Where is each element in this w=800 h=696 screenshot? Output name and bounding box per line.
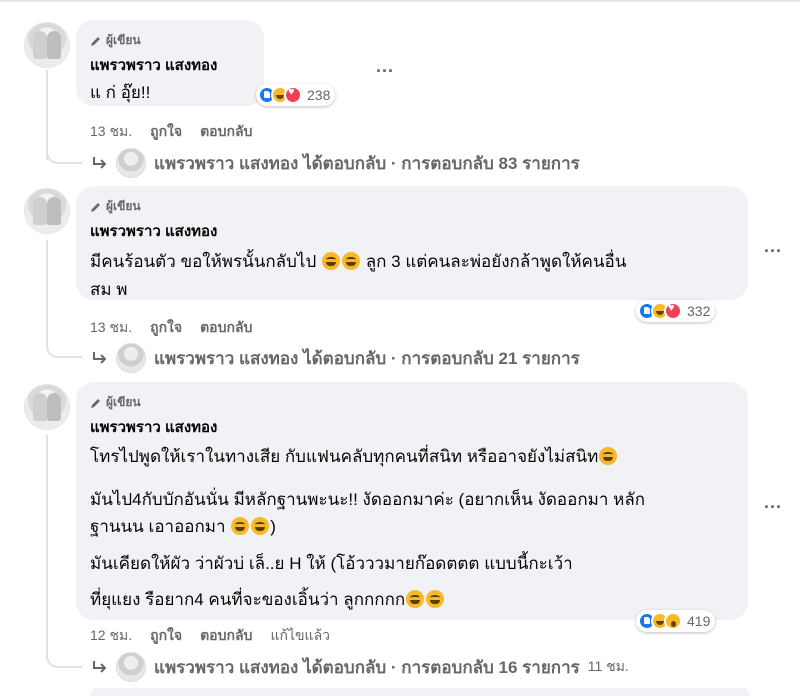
comment-time[interactable]: 13 ชม.: [90, 317, 132, 339]
reply-time: 11 ชม.: [587, 658, 629, 674]
reaction-count: 238: [307, 87, 331, 103]
comment-text-segment: โทรไปพูดให้เราในทางเสีย กับแฟนคลับทุกคนท…: [90, 447, 599, 466]
reply-arrow-icon: [93, 157, 107, 169]
rofl-emoji-icon: [406, 590, 425, 608]
comment-author[interactable]: แพรวพราว แสงทอง: [90, 415, 217, 439]
comment-text-segment: ที่ยุแยง รือยาก4 คนที่จะของเอิ้นว่า ลูกก…: [90, 590, 406, 609]
comment-text-segment: ลูก 3 แต่คนละพ่อยังกล้าพูดให้คนอื่น: [365, 252, 627, 271]
comment-text-line: สม พ: [90, 280, 128, 299]
wow-reaction-icon: [664, 612, 682, 630]
comment-text-line: มันเคียดให้ผัว ว่าผัวบ่ เล็..ย H ให้ (โอ…: [90, 554, 573, 573]
comment-author[interactable]: แพรวพราว แสงทอง: [90, 219, 217, 243]
avatar[interactable]: [24, 188, 70, 234]
more-options-icon[interactable]: ...: [764, 236, 782, 257]
pen-icon: [91, 202, 100, 212]
laughing-emoji-icon: [599, 447, 618, 465]
love-reaction-icon: [664, 302, 682, 320]
reply-avatar: [116, 343, 146, 373]
comment-text-line: โทรไปพูดให้เราในทางเสีย กับแฟนคลับทุกคนท…: [90, 443, 618, 470]
comment-text: แ ก่ อุ๊ย!!: [90, 83, 151, 102]
like-button[interactable]: ถูกใจ: [150, 625, 182, 647]
reaction-summary[interactable]: 419: [636, 610, 716, 632]
comment-author[interactable]: แพรวพราว แสงทอง: [90, 53, 217, 77]
edited-label[interactable]: แก้ไขแล้ว: [270, 625, 330, 647]
like-button[interactable]: ถูกใจ: [150, 317, 182, 339]
comment-text-line: ที่ยุแยง รือยาก4 คนที่จะของเอิ้นว่า ลูกก…: [90, 586, 445, 613]
author-badge-label: ผู้เขียน: [106, 395, 141, 409]
thread-line: [46, 240, 48, 340]
reply-summary: แพรวพราว แสงทอง ได้ตอบกลับ · การตอบกลับ …: [154, 657, 580, 677]
thread-elbow: [46, 136, 82, 164]
avatar[interactable]: [24, 384, 70, 430]
reply-button[interactable]: ตอบกลับ: [200, 121, 252, 143]
comment-meta: 13 ชม. ถูกใจ ตอบกลับ: [90, 121, 252, 143]
comment-text-line: มันไป4กับบักอันนั่น มีหลักฐานพะนะ!! งัดอ…: [90, 490, 646, 509]
thread-elbow: [46, 642, 82, 668]
author-badge: ผู้เขียน: [90, 31, 141, 50]
view-replies-link[interactable]: แพรวพราว แสงทอง ได้ตอบกลับ · การตอบกลับ …: [92, 343, 580, 373]
reply-summary: แพรวพราว แสงทอง ได้ตอบกลับ · การตอบกลับ …: [154, 348, 580, 368]
love-reaction-icon: [284, 86, 302, 104]
reply-button[interactable]: ตอบกลับ: [200, 625, 252, 647]
comment-text-segment: ): [270, 517, 276, 536]
reply-avatar: [116, 652, 146, 682]
reply-arrow-icon: [93, 661, 107, 673]
more-options-icon[interactable]: ...: [376, 56, 394, 77]
reply-button[interactable]: ตอบกลับ: [200, 317, 252, 339]
thread-line: [46, 435, 48, 655]
top-divider: [0, 0, 800, 2]
reaction-summary[interactable]: 332: [636, 300, 716, 322]
author-badge: ผู้เขียน: [90, 197, 141, 216]
comment-text-segment: มีคนร้อนตัว ขอให้พรนั้นกลับไป: [90, 252, 317, 271]
reaction-count: 419: [687, 613, 711, 629]
reply-summary: แพรวพราว แสงทอง ได้ตอบกลับ · การตอบกลับ …: [154, 153, 580, 173]
rofl-emoji-icon: [341, 252, 360, 270]
view-replies-link[interactable]: แพรวพราว แสงทอง ได้ตอบกลับ · การตอบกลับ …: [92, 652, 629, 682]
next-comment-bubble: [90, 688, 750, 696]
comment-text-segment: ฐานนน เอาออกมา: [90, 517, 226, 536]
rofl-emoji-icon: [426, 590, 445, 608]
pen-icon: [91, 398, 100, 408]
pen-icon: [91, 36, 100, 46]
comment-time[interactable]: 12 ชม.: [90, 625, 132, 647]
reaction-count: 332: [687, 303, 711, 319]
comment-meta: 13 ชม. ถูกใจ ตอบกลับ: [90, 317, 252, 339]
more-options-icon[interactable]: ...: [764, 492, 782, 513]
thread-elbow: [46, 330, 82, 358]
reply-arrow-icon: [93, 352, 107, 364]
author-badge: ผู้เขียน: [90, 393, 141, 412]
comment-text-line: ฐานนน เอาออกมา ): [90, 513, 276, 540]
rofl-emoji-icon: [321, 252, 340, 270]
comment-text-line: มีคนร้อนตัว ขอให้พรนั้นกลับไป ลูก 3 แต่ค…: [90, 248, 626, 275]
rofl-emoji-icon: [251, 517, 270, 535]
avatar[interactable]: [24, 22, 70, 68]
author-badge-label: ผู้เขียน: [106, 33, 141, 47]
comment-time[interactable]: 13 ชม.: [90, 121, 132, 143]
reply-avatar: [116, 148, 146, 178]
reaction-summary[interactable]: 238: [256, 84, 336, 106]
comment-meta: 12 ชม. ถูกใจ ตอบกลับ แก้ไขแล้ว: [90, 625, 330, 647]
rofl-emoji-icon: [231, 517, 250, 535]
like-button[interactable]: ถูกใจ: [150, 121, 182, 143]
author-badge-label: ผู้เขียน: [106, 199, 141, 213]
view-replies-link[interactable]: แพรวพราว แสงทอง ได้ตอบกลับ · การตอบกลับ …: [92, 148, 580, 178]
comment-bubble: [76, 186, 748, 300]
